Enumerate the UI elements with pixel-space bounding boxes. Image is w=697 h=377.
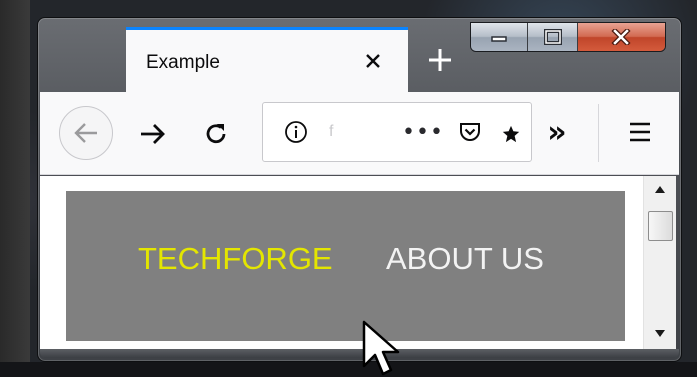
vertical-scrollbar[interactable] bbox=[643, 176, 676, 349]
scroll-up-button[interactable] bbox=[653, 184, 667, 194]
url-bar[interactable]: f ••• bbox=[262, 102, 532, 162]
chevron-double-right-icon: » bbox=[547, 114, 567, 150]
bookmark-button[interactable] bbox=[501, 121, 521, 147]
toolbar-divider bbox=[598, 104, 599, 162]
page-content: TECHFORGE ABOUT US bbox=[40, 176, 643, 349]
triangle-up-icon bbox=[655, 185, 665, 193]
info-icon bbox=[285, 121, 307, 143]
nav-link-techforge[interactable]: TECHFORGE bbox=[138, 241, 333, 277]
triangle-down-icon bbox=[655, 329, 665, 337]
pocket-icon bbox=[460, 123, 480, 141]
nav-toolbar: f ••• » bbox=[40, 92, 679, 175]
window-caption-buttons bbox=[470, 22, 666, 52]
hamburger-menu-icon bbox=[630, 122, 650, 142]
browser-tab[interactable]: Example bbox=[126, 27, 408, 92]
plus-icon bbox=[429, 49, 451, 71]
desktop-bottom bbox=[0, 362, 697, 377]
tab-close-button[interactable] bbox=[358, 46, 388, 76]
desktop-edge bbox=[0, 0, 30, 377]
arrow-left-icon bbox=[74, 123, 97, 143]
minimize-button[interactable] bbox=[471, 23, 529, 51]
page-actions-button[interactable]: ••• bbox=[402, 117, 444, 147]
tab-title: Example bbox=[146, 52, 220, 73]
back-button[interactable] bbox=[59, 106, 113, 160]
overflow-menu-button[interactable]: » bbox=[535, 112, 579, 152]
maximize-icon bbox=[543, 29, 562, 45]
arrow-right-icon bbox=[141, 124, 165, 144]
star-icon bbox=[502, 125, 520, 143]
maximize-button[interactable] bbox=[528, 23, 578, 51]
new-tab-button[interactable] bbox=[420, 40, 460, 80]
mouse-pointer-icon bbox=[362, 320, 400, 376]
close-icon bbox=[366, 54, 380, 68]
site-navbar: TECHFORGE ABOUT US bbox=[66, 191, 625, 341]
close-window-button[interactable] bbox=[577, 23, 665, 51]
reload-button[interactable] bbox=[198, 116, 234, 152]
site-info-button[interactable] bbox=[281, 117, 311, 147]
forward-button[interactable] bbox=[135, 116, 171, 152]
close-icon bbox=[611, 29, 631, 45]
url-text: f bbox=[329, 123, 334, 140]
pocket-button[interactable] bbox=[455, 117, 485, 147]
minimize-icon bbox=[491, 36, 507, 42]
more-icon: ••• bbox=[402, 119, 444, 145]
app-menu-button[interactable] bbox=[618, 112, 662, 152]
reload-icon bbox=[206, 124, 226, 144]
scroll-down-button[interactable] bbox=[653, 328, 667, 338]
nav-link-about-us[interactable]: ABOUT US bbox=[386, 241, 544, 277]
window-bottom-frame bbox=[40, 349, 679, 358]
scroll-thumb[interactable] bbox=[648, 211, 673, 241]
